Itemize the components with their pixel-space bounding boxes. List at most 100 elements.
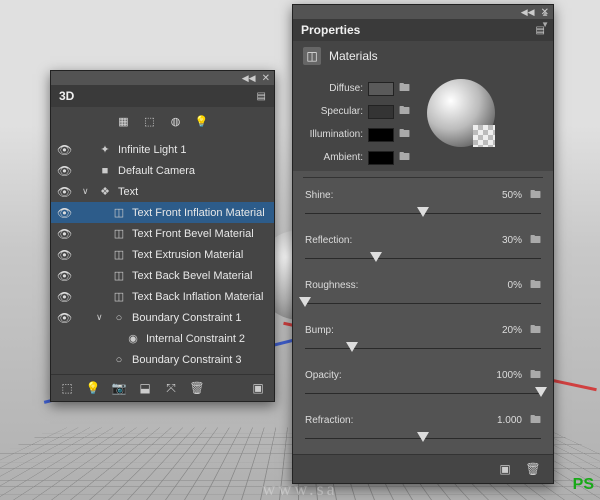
texture-folder-icon[interactable]: 🖿 <box>399 79 415 98</box>
new-material-icon[interactable]: ▣ <box>497 461 513 477</box>
tree-row-material[interactable]: 👁◫Text Front Bevel Material <box>51 223 274 244</box>
tree-row-constraint[interactable]: ○Boundary Constraint 3 <box>51 349 274 370</box>
slider-value[interactable]: 50% <box>502 190 522 201</box>
trash-icon[interactable]: 🗑 <box>525 461 541 477</box>
color-swatch-specular[interactable] <box>368 105 394 119</box>
collapse-icon[interactable]: ◀◀ <box>521 7 535 18</box>
constraint-icon: ○ <box>111 353 127 367</box>
slider-shine[interactable] <box>305 207 541 221</box>
visibility-toggle[interactable]: 👁 <box>57 143 72 157</box>
material-preview[interactable] <box>427 79 495 147</box>
tree-row-material[interactable]: 👁◫Text Front Inflation Material <box>51 202 274 223</box>
visibility-toggle[interactable]: 👁 <box>57 206 72 220</box>
slider-label: Opacity: <box>305 370 342 381</box>
slider-value[interactable]: 20% <box>502 325 522 336</box>
light-bulb-icon[interactable]: 💡 <box>85 380 101 396</box>
visibility-toggle[interactable]: 👁 <box>57 248 72 262</box>
mesh-icon: ❖ <box>97 185 113 199</box>
slider-thumb[interactable] <box>417 207 429 217</box>
tree-row-material[interactable]: 👁◫Text Extrusion Material <box>51 244 274 265</box>
panel-properties: ◀◀ ✕ Properties ▤ ◫ Materials Diffuse: 🖿 S… <box>292 4 554 484</box>
slider-label: Roughness: <box>305 280 358 291</box>
material-icon: ◫ <box>111 269 127 283</box>
visibility-toggle[interactable]: 👁 <box>57 164 72 178</box>
texture-folder-icon[interactable]: 🖿 <box>530 189 541 201</box>
color-swatch-ambient[interactable] <box>368 151 394 165</box>
collapse-icon[interactable]: ◀◀ <box>242 73 256 84</box>
slider-thumb[interactable] <box>299 297 311 307</box>
texture-folder-icon[interactable]: 🖿 <box>399 102 415 121</box>
visibility-toggle[interactable]: 👁 <box>57 290 72 304</box>
panel-3d-filter-toolbar: ▦ ⬚ ◍ 💡 <box>51 107 274 135</box>
slider-thumb[interactable] <box>346 342 358 352</box>
render-icon[interactable]: ▣ <box>250 380 266 396</box>
slider-value[interactable]: 100% <box>496 370 522 381</box>
slider-refraction[interactable] <box>305 432 541 446</box>
material-icon: ◫ <box>111 248 127 262</box>
slider-value[interactable]: 30% <box>502 235 522 246</box>
visibility-toggle[interactable]: 👁 <box>57 227 72 241</box>
tree-item-label: Text Back Inflation Material <box>132 291 263 303</box>
light-filter-icon[interactable]: 💡 <box>194 113 210 129</box>
scene-filter-icon[interactable]: ▦ <box>116 113 132 129</box>
texture-folder-icon[interactable]: 🖿 <box>530 369 541 381</box>
tree-row-constraint[interactable]: 👁∨○Boundary Constraint 1 <box>51 307 274 328</box>
texture-folder-icon[interactable]: 🖿 <box>530 324 541 336</box>
camera-icon[interactable]: 📷 <box>111 380 127 396</box>
slider-value[interactable]: 1.000 <box>497 415 522 426</box>
filter-icon[interactable]: ⬚ <box>59 380 75 396</box>
color-label: Diffuse: <box>303 83 363 94</box>
twisty-icon[interactable]: ∨ <box>96 312 106 323</box>
panel-3d-footer: ⬚ 💡 📷 ⬓ ⤧ 🗑 ▣ <box>51 374 274 401</box>
panel-props-tab-bar[interactable]: ◀◀ ✕ <box>293 5 553 19</box>
panel-3d-title-bar[interactable]: 3D ▤ <box>51 85 274 107</box>
material-filter-icon[interactable]: ◍ <box>168 113 184 129</box>
slider-opacity[interactable] <box>305 387 541 401</box>
slider-bump[interactable] <box>305 342 541 356</box>
visibility-toggle[interactable]: 👁 <box>57 185 72 199</box>
texture-folder-icon[interactable]: 🖿 <box>530 414 541 426</box>
materials-section-header: ◫ Materials <box>293 41 553 71</box>
texture-folder-icon[interactable]: 🖿 <box>530 279 541 291</box>
watermark-corner: PS <box>573 476 594 494</box>
slider-value[interactable]: 0% <box>508 280 522 291</box>
slider-thumb[interactable] <box>370 252 382 262</box>
slider-roughness[interactable] <box>305 297 541 311</box>
trash-icon[interactable]: 🗑 <box>189 380 205 396</box>
tree-row-mesh[interactable]: 👁∨❖Text <box>51 181 274 202</box>
slider-reflection[interactable] <box>305 252 541 266</box>
color-row-ambient: Ambient:🖿 <box>303 148 415 167</box>
scroll-arrows[interactable]: ▲ ▼ <box>541 9 549 29</box>
chevron-down-icon[interactable]: ▼ <box>541 20 549 29</box>
tree-item-label: Internal Constraint 2 <box>146 333 245 345</box>
tree-row-material[interactable]: 👁◫Text Back Inflation Material <box>51 286 274 307</box>
visibility-toggle[interactable]: 👁 <box>57 311 72 325</box>
panel-3d-tab-bar[interactable]: ◀◀ ✕ <box>51 71 274 85</box>
tree-row-light[interactable]: 👁✦Infinite Light 1 <box>51 139 274 160</box>
panel-props-title-bar[interactable]: Properties ▤ <box>293 19 553 41</box>
tree-row-camera[interactable]: 👁■Default Camera <box>51 160 274 181</box>
mesh-filter-icon[interactable]: ⬚ <box>142 113 158 129</box>
slider-track-line <box>305 348 541 349</box>
tree-row-material[interactable]: 👁 ◫ Text Back Bevel Material <box>51 265 274 286</box>
slider-label: Shine: <box>305 190 333 201</box>
camera-icon: ■ <box>97 164 113 178</box>
axis-icon[interactable]: ⤧ <box>163 380 179 396</box>
visibility-toggle[interactable]: 👁 <box>57 269 72 283</box>
chevron-up-icon[interactable]: ▲ <box>541 9 549 18</box>
slider-label: Refraction: <box>305 415 353 426</box>
color-swatch-diffuse[interactable] <box>368 82 394 96</box>
slider-row-reflection: Reflection:30%🖿 <box>293 229 553 274</box>
twisty-icon[interactable]: ∨ <box>82 186 92 197</box>
texture-folder-icon[interactable]: 🖿 <box>530 234 541 246</box>
panel-menu-icon[interactable]: ▤ <box>257 91 266 102</box>
tree-item-label: Text Back Bevel Material <box>132 270 252 282</box>
texture-folder-icon[interactable]: 🖿 <box>399 148 415 167</box>
texture-folder-icon[interactable]: 🖿 <box>399 125 415 144</box>
slider-thumb[interactable] <box>417 432 429 442</box>
ground-icon[interactable]: ⬓ <box>137 380 153 396</box>
close-icon[interactable]: ✕ <box>262 73 270 84</box>
slider-thumb[interactable] <box>535 387 547 397</box>
color-swatch-illumination[interactable] <box>368 128 394 142</box>
tree-row-constraint[interactable]: ◉Internal Constraint 2 <box>51 328 274 349</box>
